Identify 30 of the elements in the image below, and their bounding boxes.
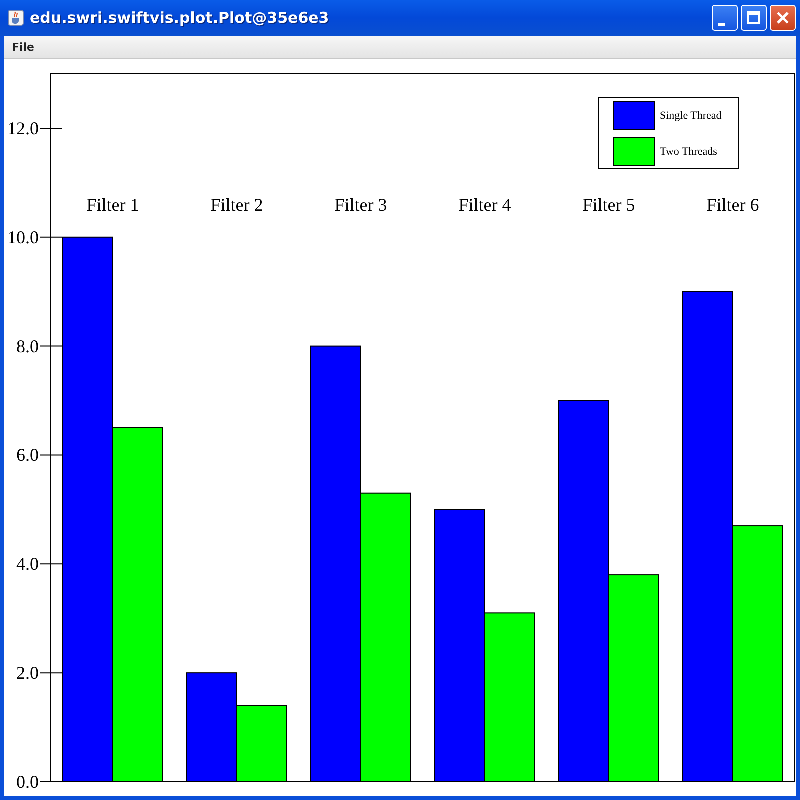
maximize-icon [747,11,761,25]
tick-label: 12.0 [8,118,39,138]
close-icon [776,11,790,25]
legend-label: Two Threads [660,146,718,158]
tick-label: 6.0 [16,445,39,466]
minimize-icon [718,22,724,26]
tick-label: 8.0 [16,336,39,356]
tick-label: 4.0 [16,554,39,574]
tick-mark [40,346,62,347]
legend-label: Single Thread [660,110,722,122]
tick-mark [40,672,62,674]
tick-label: 0.0 [16,772,39,792]
window-title: edu.swri.swiftvis.plot.Plot@35e6e3 [30,9,330,27]
category-label: Filter 4 [458,195,512,215]
maximize-button[interactable] [741,5,767,31]
tick-mark [40,128,62,129]
category-label: Filter 6 [706,195,760,215]
category-label: Filter 1 [86,195,140,215]
tick-label: 2.0 [16,663,39,684]
menu-item[interactable]: File [8,40,39,54]
cup-icon [8,10,24,26]
category-label: Filter 5 [582,195,636,215]
minimize-button[interactable] [712,5,738,31]
tick-mark [40,236,62,238]
tick-label: 10.0 [8,227,39,248]
category-label: Filter 2 [210,195,264,215]
close-button[interactable] [770,5,796,31]
tick-mark [40,454,62,456]
category-label: Filter 3 [334,195,388,215]
tick-mark [40,564,62,565]
